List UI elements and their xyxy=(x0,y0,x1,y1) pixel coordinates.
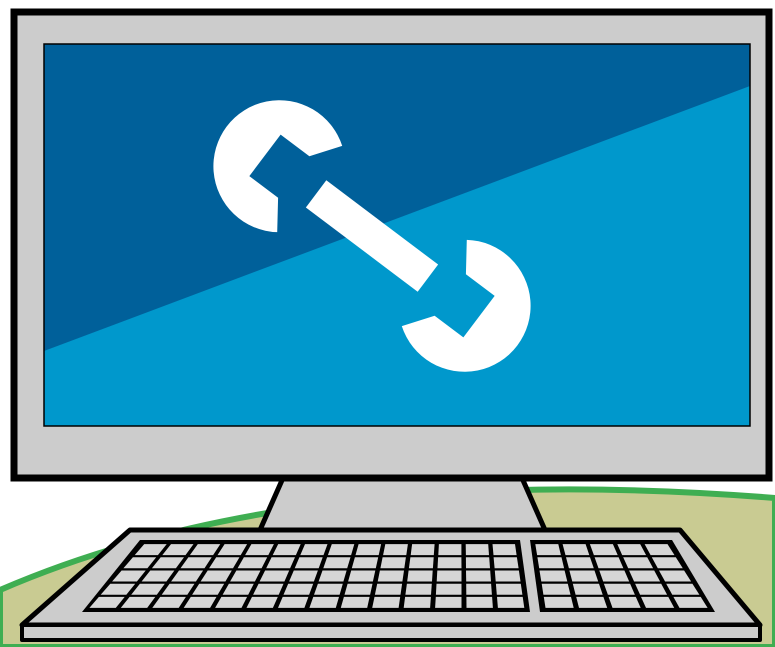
keyboard-key xyxy=(348,570,376,582)
keyboard-key xyxy=(572,583,603,595)
keyboard-key xyxy=(589,544,618,556)
keyboard-key xyxy=(318,570,347,582)
keyboard-key xyxy=(309,596,339,608)
keyboard-key xyxy=(603,583,635,595)
keyboard-key xyxy=(283,583,314,595)
monitor-icon xyxy=(10,8,773,482)
keyboard-key xyxy=(465,544,489,556)
keyboard-key xyxy=(466,583,492,595)
keyboard-key xyxy=(278,596,309,608)
keyboard-key xyxy=(436,570,462,582)
keyboard-key xyxy=(377,570,404,582)
keyboard-key xyxy=(438,544,462,556)
keyboard-key xyxy=(372,596,401,608)
keyboard-key xyxy=(541,583,571,595)
keyboard-key xyxy=(327,544,355,556)
keyboard-key xyxy=(599,570,630,582)
keyboard-key xyxy=(494,570,521,582)
keyboard-key xyxy=(340,596,370,608)
keyboard-key xyxy=(569,570,599,582)
keyboard-key xyxy=(323,557,351,569)
keyboard-key xyxy=(407,570,433,582)
keyboard-key xyxy=(405,583,432,595)
keyboard-key xyxy=(355,544,382,556)
keyboard-key xyxy=(344,583,373,595)
keyboard-key xyxy=(495,583,523,595)
keyboard-key xyxy=(562,544,590,556)
keyboard-key xyxy=(289,570,318,582)
keyboard-key xyxy=(465,557,490,569)
keyboard-key xyxy=(410,544,435,556)
keyboard-key xyxy=(403,596,431,608)
computer-illustration xyxy=(0,8,775,647)
keyboard-key xyxy=(608,596,641,608)
keyboard-key xyxy=(543,596,574,608)
keyboard-key xyxy=(539,570,568,582)
keyboard-key xyxy=(566,557,594,569)
keyboard-key xyxy=(435,596,462,608)
keyboard-key xyxy=(300,544,328,556)
keyboard-key xyxy=(383,544,408,556)
keyboard-key xyxy=(437,557,462,569)
keyboard-front-edge xyxy=(20,623,762,642)
keyboard-key xyxy=(351,557,379,569)
keyboard-icon xyxy=(19,527,763,642)
keyboard-key xyxy=(466,596,493,608)
keyboard-key xyxy=(408,557,434,569)
keyboard-key xyxy=(246,596,278,608)
keyboard-key xyxy=(576,596,608,608)
keyboard-key xyxy=(314,583,343,595)
keyboard-key xyxy=(497,596,525,608)
keyboard-key xyxy=(466,570,491,582)
keyboard-key xyxy=(294,557,323,569)
keyboard-key xyxy=(380,557,406,569)
keyboard-key xyxy=(435,583,462,595)
keyboard-key xyxy=(594,557,624,569)
keyboard-key xyxy=(492,544,517,556)
keyboard-key xyxy=(535,544,561,556)
keyboard-key xyxy=(493,557,519,569)
keyboard-key xyxy=(374,583,403,595)
monitor-stand xyxy=(257,475,548,533)
keyboard-key xyxy=(537,557,565,569)
